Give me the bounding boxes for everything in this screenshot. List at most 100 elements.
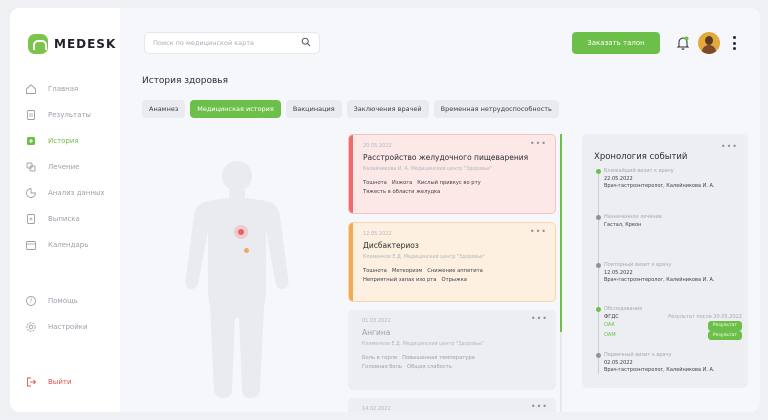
- tabs: Анамнез Медицинская история Вакцинация З…: [142, 100, 559, 118]
- card-menu-icon[interactable]: •••: [531, 402, 548, 411]
- symptom-tag: Кислый привкус во рту: [417, 180, 481, 186]
- more-menu-icon[interactable]: [732, 36, 736, 50]
- tab-anamnesis[interactable]: Анамнез: [142, 100, 186, 118]
- timeline-item[interactable]: Назначенное лечение Гастал, Креон: [596, 214, 742, 229]
- symptom-tag: Метеоризм: [391, 268, 423, 274]
- history-card[interactable]: ••• 20.05.2022 Расстройство желудочного …: [348, 134, 556, 214]
- timeline-item-date: 22.05.2022: [604, 175, 633, 182]
- history-card[interactable]: ••• 14.02.2022: [348, 398, 556, 412]
- timeline-item-label: Первичный визит к врачу: [604, 352, 672, 358]
- tab-sick-leave[interactable]: Временная нетрудоспособность: [433, 100, 559, 118]
- card-title: Ангина: [362, 328, 391, 337]
- sidebar-item-label: Анализ данных: [48, 189, 105, 197]
- card-date: 01.03.2022: [362, 318, 391, 324]
- exam-row: ОАМ Результат: [604, 330, 742, 340]
- exam-name: ОАК: [604, 322, 615, 328]
- sidebar-item-treatment[interactable]: Лечение: [24, 154, 120, 180]
- timeline-dot: [596, 353, 601, 358]
- card-symptoms: Тошнота Изжога Кислый привкус во рту Тяжес…: [363, 179, 545, 197]
- sidebar-item-label: Настройки: [48, 323, 88, 331]
- exam-row: ФГДС Результат после 20.05.2022: [604, 314, 742, 322]
- avatar[interactable]: [698, 32, 720, 54]
- body-silhouette: [185, 161, 289, 398]
- logo[interactable]: MEDESK: [28, 34, 116, 54]
- tab-doctor-conclusions[interactable]: Заключения врачей: [346, 100, 429, 118]
- logo-icon: [28, 34, 48, 54]
- sidebar-item-label: Выписка: [48, 215, 80, 223]
- timeline-dot: [596, 215, 601, 220]
- card-accent-bar: [349, 223, 353, 301]
- logout-button[interactable]: Выйти: [24, 372, 72, 392]
- page-title: История здоровья: [142, 76, 229, 86]
- card-symptoms: Боль в горле Повышенная температура Голов…: [362, 354, 546, 372]
- sidebar-item-discharge[interactable]: Выписка: [24, 206, 120, 232]
- card-doctor: Клименков Е.Д. Медицинский центр "Здоров…: [363, 255, 486, 260]
- pain-marker-intestine[interactable]: [244, 248, 249, 253]
- timeline-item-date: 12.05.2022: [604, 269, 633, 276]
- timeline-item[interactable]: Первичный визит к врачу 02.05.2022 Врач-…: [596, 352, 742, 375]
- card-doctor: Клименков Е.Д. Медицинский центр "Здоров…: [362, 342, 485, 347]
- card-title: Расстройство желудочного пищеварения: [363, 153, 529, 162]
- card-menu-icon[interactable]: •••: [530, 227, 547, 236]
- timeline-item-label: Повторный визит к врачу: [604, 262, 672, 268]
- search-placeholder: Поиск по медицинской карте: [153, 39, 255, 47]
- symptom-tag: Тошнота: [363, 180, 387, 186]
- sidebar-item-history[interactable]: История: [24, 128, 120, 154]
- result-badge[interactable]: Результат: [707, 321, 742, 331]
- tab-medical-history[interactable]: Медицинская история: [190, 100, 281, 118]
- card-menu-icon[interactable]: •••: [531, 314, 548, 323]
- symptom-tag: Снижение аппетита: [427, 268, 483, 274]
- symptom-tag: Тошнота: [363, 268, 387, 274]
- symptom-tag: Повышенная температура: [402, 355, 475, 361]
- tab-vaccination[interactable]: Вакцинация: [285, 100, 342, 118]
- timeline-item-text: Врач-гастроэнтеролог, Калейникова И. А.: [604, 277, 715, 283]
- result-badge[interactable]: Результат: [707, 330, 742, 340]
- sidebar-item-results[interactable]: Результаты: [24, 102, 120, 128]
- topbar: Поиск по медицинской карте Заказать тало…: [120, 8, 760, 64]
- progress-line-active: [560, 134, 562, 332]
- search-input[interactable]: Поиск по медицинской карте: [144, 32, 320, 54]
- timeline-item[interactable]: Повторный визит к врачу 12.05.2022 Врач-…: [596, 262, 742, 285]
- timeline-dot: [596, 169, 601, 174]
- symptom-tag: Головная боль: [362, 364, 402, 370]
- sidebar-item-label: История: [48, 137, 79, 145]
- timeline-item[interactable]: Ближайший визит к врачу 22.05.2022 Врач-…: [596, 168, 742, 191]
- bell-icon[interactable]: [676, 35, 690, 51]
- card-menu-icon[interactable]: •••: [530, 139, 547, 148]
- sidebar-item-home[interactable]: Главная: [24, 76, 120, 102]
- card-date: 14.02.2022: [362, 406, 391, 412]
- sidebar-item-label: Помощь: [48, 297, 78, 305]
- history-card[interactable]: ••• 12.05.2022 Дисбактериоз Клименков Е.…: [348, 222, 556, 302]
- history-icon: [24, 134, 38, 148]
- symptom-tag: Отрыжка: [441, 277, 467, 283]
- sidebar-item-label: Главная: [48, 85, 79, 93]
- sidebar-item-label: Результаты: [48, 111, 91, 119]
- symptom-tag: Тяжесть в области желудка: [363, 189, 441, 195]
- sidebar-item-calendar[interactable]: Календарь: [24, 232, 120, 258]
- pain-marker-stomach[interactable]: [234, 225, 248, 239]
- sidebar-item-analysis[interactable]: Анализ данных: [24, 180, 120, 206]
- help-icon: ?: [24, 294, 38, 308]
- order-ticket-button[interactable]: Заказать талон: [572, 32, 660, 54]
- logout-icon: [24, 375, 38, 389]
- sidebar-item-help[interactable]: ? Помощь: [24, 288, 88, 314]
- document-icon: [24, 108, 38, 122]
- sidebar: MEDESK Главная Результаты История Лечени…: [10, 8, 120, 412]
- history-card[interactable]: ••• 01.03.2022 Ангина Клименков Е.Д. Мед…: [348, 310, 556, 390]
- timeline-item-label: Обследования: [604, 306, 643, 312]
- timeline-menu-icon[interactable]: •••: [721, 142, 738, 151]
- timeline-dot: [596, 307, 601, 312]
- timeline-item[interactable]: Обследования ФГДС Результат после 20.05.…: [596, 306, 742, 340]
- card-symptoms: Тошнота Метеоризм Снижение аппетита Неприя…: [363, 267, 545, 285]
- search-icon[interactable]: [301, 37, 311, 49]
- card-accent-bar: [349, 135, 353, 213]
- sidebar-item-settings[interactable]: Настройки: [24, 314, 88, 340]
- timeline-title: Хронология событий: [594, 152, 688, 162]
- timeline-item-text: Врач-гастроэнтеролог, Калейникова И. А.: [604, 367, 715, 373]
- main-area: Поиск по медицинской карте Заказать тало…: [120, 8, 760, 412]
- sidebar-nav: Главная Результаты История Лечение Анали…: [24, 76, 120, 258]
- timeline-item-text: Гастал, Креон: [604, 221, 642, 228]
- card-date: 20.05.2022: [363, 143, 392, 149]
- symptom-tag: Изжога: [391, 180, 413, 186]
- app-frame: MEDESK Главная Результаты История Лечени…: [10, 8, 760, 412]
